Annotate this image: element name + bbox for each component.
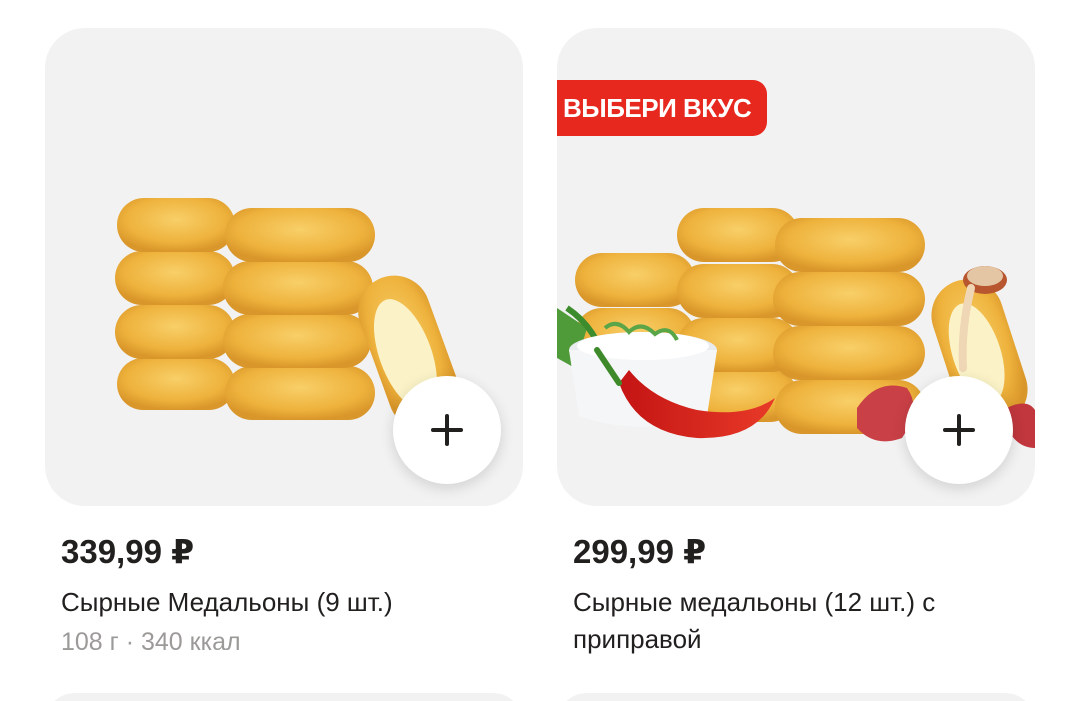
next-product-card-edge: [45, 693, 523, 701]
product-price: 339,99 ₽: [61, 533, 195, 570]
product-title[interactable]: Сырные Медальоны (9 шт.): [61, 584, 481, 621]
plus-icon: [431, 414, 463, 446]
product-grid: 339,99 ₽ Сырные Медальоны (9 шт.) 108 г …: [0, 0, 1080, 701]
product-image[interactable]: [45, 28, 523, 506]
product-card[interactable]: 339,99 ₽ Сырные Медальоны (9 шт.) 108 г …: [45, 28, 523, 659]
product-image[interactable]: ВЫБЕРИ ВКУС: [557, 28, 1035, 506]
next-product-card-edge: [557, 693, 1035, 701]
plus-icon: [943, 414, 975, 446]
product-weight-calories: 108 г · 340 ккал: [61, 628, 241, 656]
choose-flavor-badge: ВЫБЕРИ ВКУС: [557, 80, 768, 136]
add-to-cart-button[interactable]: [393, 376, 501, 484]
product-price: 299,99 ₽: [573, 533, 707, 570]
add-to-cart-button[interactable]: [905, 376, 1013, 484]
product-title[interactable]: Сырные медальоны (12 шт.) с приправой: [573, 584, 993, 658]
product-card[interactable]: ВЫБЕРИ ВКУС 299,99 ₽ Сырные медальоны (1…: [557, 28, 1035, 658]
